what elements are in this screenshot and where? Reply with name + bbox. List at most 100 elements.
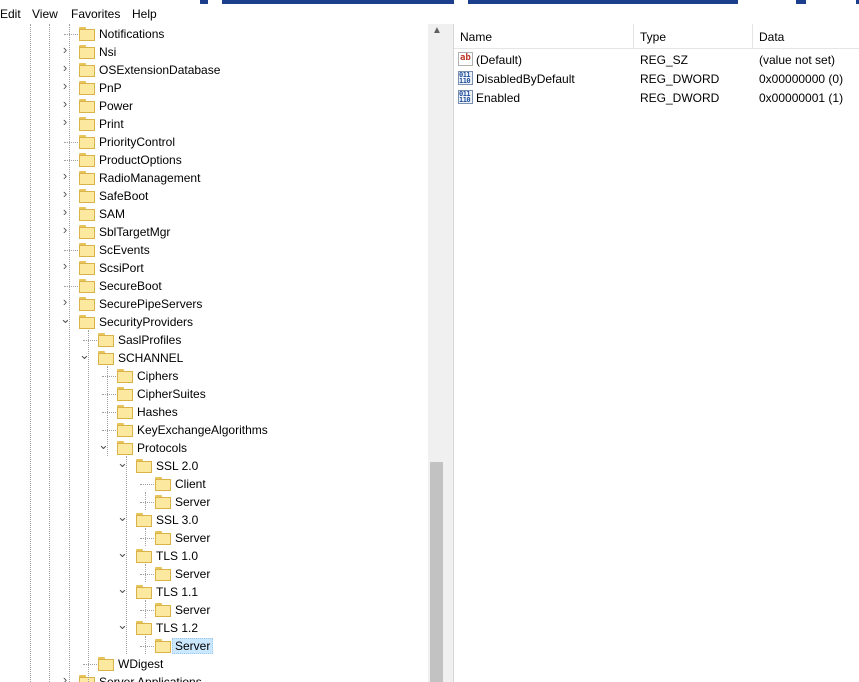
tree-node-label[interactable]: SecureBoot bbox=[99, 279, 162, 293]
tree-node-label[interactable]: SecurityProviders bbox=[99, 315, 193, 329]
tree-node-label[interactable]: TLS 1.0 bbox=[156, 549, 198, 563]
tree-node[interactable]: WDigest bbox=[0, 655, 428, 673]
tree-node[interactable]: ⌄ TLS 1.1 bbox=[0, 582, 428, 601]
tree-node-label[interactable]: PnP bbox=[99, 81, 122, 95]
tree-node-label[interactable]: SecurePipeServers bbox=[99, 297, 202, 311]
folder-icon bbox=[79, 189, 95, 203]
menu-view[interactable]: View bbox=[32, 7, 58, 21]
tree-node[interactable]: ⌄ SecurityProviders bbox=[0, 312, 428, 331]
tree-node-label[interactable]: Nsi bbox=[99, 45, 116, 59]
folder-icon bbox=[155, 531, 171, 545]
tree-node[interactable]: › SAM bbox=[0, 205, 428, 223]
tree-node[interactable]: ScEvents bbox=[0, 241, 428, 259]
tree-node-label[interactable]: Server bbox=[175, 495, 210, 509]
tree-node[interactable]: › Power bbox=[0, 97, 428, 115]
tree-node[interactable]: ProductOptions bbox=[0, 151, 428, 169]
tree-node-label[interactable]: SafeBoot bbox=[99, 189, 148, 203]
pane-splitter[interactable] bbox=[445, 24, 454, 682]
tree-node[interactable]: › PnP bbox=[0, 79, 428, 97]
tree-node[interactable]: › ScsiPort bbox=[0, 259, 428, 277]
tree-node[interactable]: PriorityControl bbox=[0, 133, 428, 151]
tree-node[interactable]: › SafeBoot bbox=[0, 187, 428, 205]
tree-node[interactable]: Server bbox=[0, 493, 428, 511]
tree-vertical-scrollbar[interactable]: ▲ bbox=[428, 24, 445, 682]
tree-node[interactable]: ⌄ SSL 2.0 bbox=[0, 456, 428, 475]
tree-node[interactable]: › Nsi bbox=[0, 43, 428, 61]
tree-node-label[interactable]: ScsiPort bbox=[99, 261, 144, 275]
tree-node[interactable]: Server bbox=[0, 601, 428, 619]
menu-favorites[interactable]: Favorites bbox=[71, 7, 120, 21]
tree-node-label[interactable]: OSExtensionDatabase bbox=[99, 63, 220, 77]
value-row[interactable]: ab (Default) REG_SZ (value not set) bbox=[454, 51, 859, 70]
tree-node-label[interactable]: Protocols bbox=[137, 441, 187, 455]
tree-node-label[interactable]: KeyExchangeAlgorithms bbox=[137, 423, 268, 437]
tree-node[interactable]: › RadioManagement bbox=[0, 169, 428, 187]
tree-node-label[interactable]: Notifications bbox=[99, 27, 164, 41]
folder-icon bbox=[136, 585, 152, 599]
column-header-data[interactable]: Data bbox=[753, 24, 859, 48]
value-row[interactable]: 011 110 DisabledByDefault REG_DWORD 0x000000… bbox=[454, 70, 859, 89]
tree-node[interactable]: CipherSuites bbox=[0, 385, 428, 403]
tree-node[interactable]: Ciphers bbox=[0, 367, 428, 385]
tree-node-label[interactable]: Hashes bbox=[137, 405, 178, 419]
folder-icon bbox=[79, 207, 95, 221]
tree-node-label[interactable]: SaslProfiles bbox=[118, 333, 181, 347]
scroll-up-arrow-icon[interactable]: ▲ bbox=[432, 26, 442, 36]
tree-node[interactable]: Hashes bbox=[0, 403, 428, 421]
tree-node-label[interactable]: Print bbox=[99, 117, 124, 131]
tree-node-label[interactable]: Server bbox=[175, 531, 210, 545]
tree-node[interactable]: SaslProfiles bbox=[0, 331, 428, 349]
tree-node-label[interactable]: RadioManagement bbox=[99, 171, 200, 185]
tree-node-label[interactable]: ScEvents bbox=[99, 243, 150, 257]
tree-node-label[interactable]: Ciphers bbox=[137, 369, 178, 383]
scrollbar-thumb[interactable] bbox=[430, 462, 443, 682]
tree-node-label[interactable]: Server bbox=[175, 567, 210, 581]
folder-icon bbox=[79, 63, 95, 77]
tree-guide-line bbox=[140, 574, 154, 575]
tree-node-label[interactable]: Server Applications bbox=[99, 675, 202, 682]
tree-node-label[interactable]: WDigest bbox=[118, 657, 163, 671]
tree-node[interactable]: ⌄ TLS 1.0 bbox=[0, 546, 428, 565]
menu-help[interactable]: Help bbox=[132, 7, 157, 21]
folder-icon bbox=[117, 405, 133, 419]
tree-node[interactable]: Client bbox=[0, 475, 428, 493]
tree-node[interactable]: ⌄ TLS 1.2 bbox=[0, 618, 428, 637]
tree-node-label[interactable]: Power bbox=[99, 99, 133, 113]
folder-icon bbox=[136, 513, 152, 527]
folder-icon bbox=[155, 603, 171, 617]
tree-node[interactable]: › SblTargetMgr bbox=[0, 223, 428, 241]
menu-edit[interactable]: Edit bbox=[0, 7, 21, 21]
tree-node-label[interactable]: TLS 1.2 bbox=[156, 621, 198, 635]
tree-node[interactable]: › OSExtensionDatabase bbox=[0, 61, 428, 79]
tree-node-label[interactable]: Client bbox=[175, 477, 206, 491]
tree-node[interactable]: KeyExchangeAlgorithms bbox=[0, 421, 428, 439]
tree-node-label[interactable]: SSL 3.0 bbox=[156, 513, 198, 527]
tree-node-label[interactable]: PriorityControl bbox=[99, 135, 175, 149]
tree-node-label[interactable]: ProductOptions bbox=[99, 153, 182, 167]
tree-node[interactable]: Notifications bbox=[0, 25, 428, 43]
tree-node[interactable]: ⌄ SSL 3.0 bbox=[0, 510, 428, 529]
folder-icon bbox=[136, 459, 152, 473]
tree-node-label[interactable]: Server bbox=[172, 638, 214, 654]
tree-node[interactable]: SecureBoot bbox=[0, 277, 428, 295]
tree-node[interactable]: ⌄ SCHANNEL bbox=[0, 348, 428, 367]
tree-node[interactable]: ⌄ Protocols bbox=[0, 438, 428, 457]
value-name: Enabled bbox=[476, 91, 521, 105]
tree-node-label[interactable]: SSL 2.0 bbox=[156, 459, 198, 473]
tree-node[interactable]: Server bbox=[0, 565, 428, 583]
tree-node-label[interactable]: SCHANNEL bbox=[118, 351, 183, 365]
column-header-type[interactable]: Type bbox=[634, 24, 753, 48]
tree-node-label[interactable]: CipherSuites bbox=[137, 387, 206, 401]
registry-key-tree[interactable]: Notifications › Nsi › OSExtensionDatabase › Pn… bbox=[0, 24, 428, 682]
tree-node-label[interactable]: Server bbox=[175, 603, 210, 617]
tree-node[interactable]: › Server Applications bbox=[0, 673, 428, 682]
tree-node[interactable]: › Print bbox=[0, 115, 428, 133]
column-header-name[interactable]: Name bbox=[454, 24, 634, 48]
tree-node[interactable]: Server bbox=[0, 637, 428, 655]
tree-node-label[interactable]: SAM bbox=[99, 207, 125, 221]
tree-node-label[interactable]: TLS 1.1 bbox=[156, 585, 198, 599]
value-row[interactable]: 011 110 Enabled REG_DWORD 0x00000001 (1) bbox=[454, 89, 859, 108]
tree-node-label[interactable]: SblTargetMgr bbox=[99, 225, 170, 239]
tree-guide-line bbox=[140, 538, 154, 539]
tree-node[interactable]: Server bbox=[0, 529, 428, 547]
